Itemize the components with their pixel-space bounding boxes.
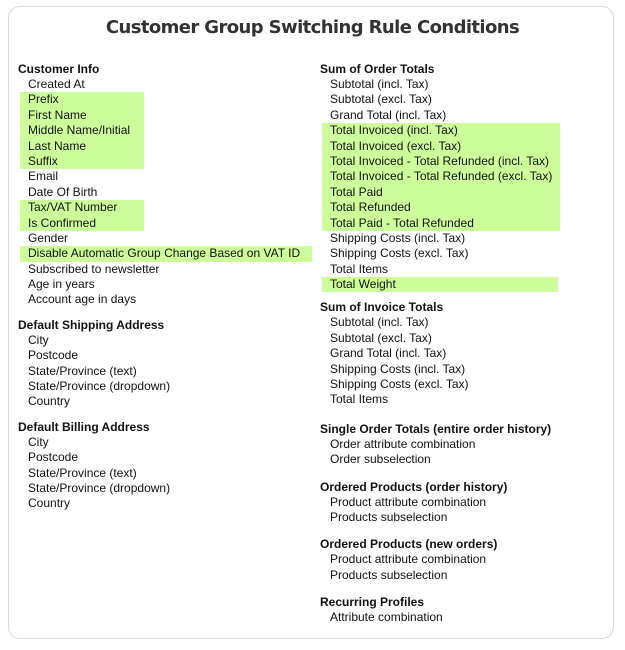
condition-item: Country [28,394,71,409]
condition-item: Postcode [28,450,79,465]
section-heading: Default Billing Address [18,419,150,434]
condition-item: Subtotal (excl. Tax) [330,92,432,107]
condition-item: Email [28,169,59,184]
condition-item: Total Paid [322,184,560,201]
condition-item: Postcode [28,348,79,363]
condition-item: Shipping Costs (incl. Tax) [330,230,466,245]
condition-item: Last Name [20,138,144,154]
section-heading: Single Order Totals (entire order histor… [320,421,552,436]
condition-item: Shipping Costs (incl. Tax) [330,361,466,376]
condition-item: Total Refunded [322,200,560,216]
condition-item: State/Province (dropdown) [28,480,171,495]
section-recurring-profiles: Recurring Profiles Attribute combination [320,595,620,625]
section-heading: Ordered Products (order history) [320,479,508,494]
page-title: Customer Group Switching Rule Conditions [105,17,520,38]
condition-item: Shipping Costs (excl. Tax) [330,246,469,261]
section-default-billing-address: Default Billing Address City Postcode State… [18,420,318,512]
condition-item: State/Province (dropdown) [28,379,171,394]
section-heading: Recurring Profiles [320,595,425,610]
section-default-shipping-address: Default Shipping Address City Postcode Stat… [18,318,318,410]
condition-item: Subtotal (excl. Tax) [330,330,432,345]
section-heading: Customer Info [18,62,100,76]
condition-item: Total Invoiced (excl. Tax) [322,138,560,154]
condition-item: Order subselection [330,452,431,467]
section-heading: Sum of Invoice Totals [320,300,444,315]
condition-item: City [28,434,49,449]
condition-item: Date Of Birth [28,184,98,199]
condition-item: Total Invoiced - Total Refunded (incl. T… [322,153,560,170]
condition-item: Total Items [330,392,389,407]
section-customer-info: Customer Info Created At Prefix First Name M… [18,62,318,308]
condition-item: First Name [20,107,144,124]
condition-item: Account age in days [28,292,137,307]
condition-item: Order attribute combination [330,436,476,451]
condition-item: Product attribute combination [330,494,487,509]
condition-item: Country [28,496,71,511]
section-sum-of-invoice-totals: Sum of Invoice Totals Subtotal (incl. Tax… [320,300,620,407]
left-column: Customer Info Created At Prefix First Name M… [18,62,318,512]
condition-item: Total Invoiced (incl. Tax) [322,123,560,139]
condition-item: Products subselection [330,509,448,524]
condition-item: Shipping Costs (excl. Tax) [330,377,469,392]
condition-item: Total Items [330,261,389,276]
condition-item: Created At [28,77,85,91]
condition-item: Product attribute combination [330,552,487,567]
section-ordered-products-order-history: Ordered Products (order history) Product … [320,480,620,526]
section-single-order-totals-entire-order-history: Single Order Totals (entire order histor… [320,422,620,468]
section-heading: Ordered Products (new orders) [320,537,498,552]
section-heading: Sum of Order Totals [320,62,435,76]
section-heading: Default Shipping Address [18,317,165,332]
condition-item: State/Province (text) [28,465,137,480]
condition-item: Subscribed to newsletter [28,261,160,276]
condition-item: Attribute combination [330,610,443,625]
condition-item: Grand Total (incl. Tax) [330,346,447,361]
condition-item: Subtotal (incl. Tax) [330,77,429,91]
condition-item: Subtotal (incl. Tax) [330,315,429,330]
condition-item: Tax/VAT Number [20,200,144,216]
condition-item: City [28,332,49,347]
condition-item: Is Confirmed [20,215,144,231]
condition-item: Gender [28,230,69,245]
condition-item: Suffix [20,153,144,170]
condition-item: Age in years [28,277,95,292]
condition-item: Total Invoiced - Total Refunded (excl. T… [322,169,560,185]
condition-item: Grand Total (incl. Tax) [330,107,447,122]
condition-item: Disable Automatic Group Change Based on … [20,246,312,262]
condition-item: Products subselection [330,567,448,582]
condition-item: Middle Name/Initial [20,123,144,139]
condition-item: State/Province (text) [28,363,137,378]
condition-item: Total Paid - Total Refunded [322,215,560,231]
condition-item: Prefix [20,92,144,108]
section-ordered-products-new-orders: Ordered Products (new orders) Product att… [320,537,620,583]
condition-item: Total Weight [322,277,558,293]
right-column: Sum of Order Totals Subtotal (incl. Tax) S… [320,62,620,626]
section-sum-of-order-totals: Sum of Order Totals Subtotal (incl. Tax) S… [320,62,620,293]
